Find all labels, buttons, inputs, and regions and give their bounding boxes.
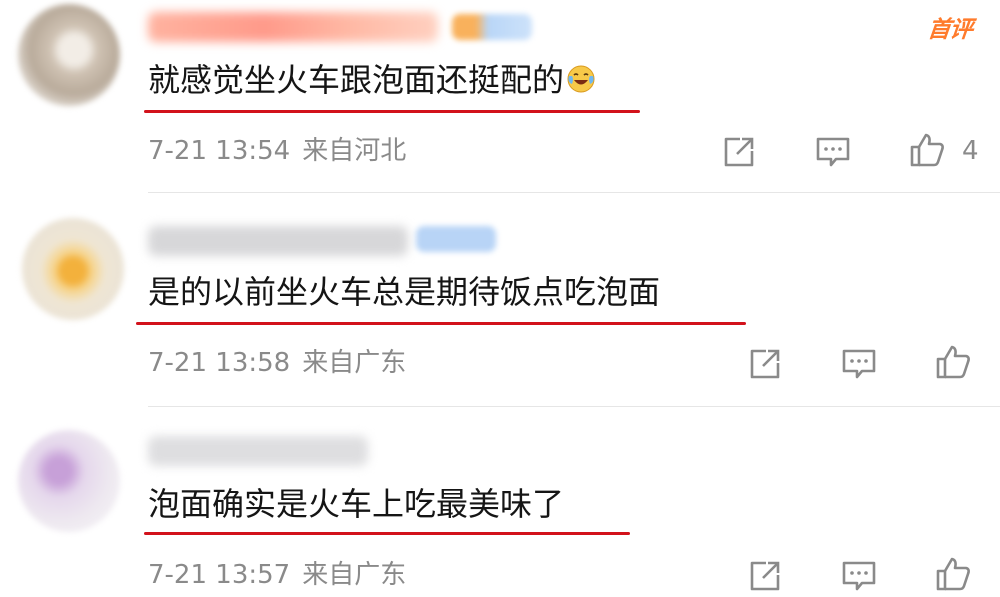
timestamp: 7-21 13:57 (148, 560, 291, 590)
divider (148, 192, 1000, 193)
comment-icon[interactable] (840, 557, 878, 595)
location: 来自广东 (302, 348, 407, 378)
avatar[interactable] (18, 430, 120, 532)
username-blurred[interactable] (148, 226, 408, 256)
comment-icon[interactable] (814, 133, 852, 171)
red-underline (144, 532, 630, 535)
timestamp: 7-21 13:54 (148, 136, 291, 166)
username-blurred[interactable] (148, 12, 438, 42)
like-icon[interactable] (934, 343, 972, 381)
share-icon[interactable] (746, 345, 784, 383)
divider (148, 406, 1000, 407)
like-icon[interactable] (934, 555, 972, 593)
user-badge-blurred (416, 226, 496, 252)
red-underline (144, 110, 640, 113)
comment-text: 泡面确实是火车上吃最美味了 (148, 485, 565, 523)
share-icon[interactable] (720, 133, 758, 171)
comment-text: 是的以前坐火车总是期待饭点吃泡面 (148, 273, 661, 311)
user-badge-blurred (452, 14, 532, 40)
avatar[interactable] (22, 218, 124, 320)
comment-meta: 7-21 13:58 来自广东 (148, 346, 406, 380)
location: 来自河北 (302, 136, 407, 166)
laugh-cry-emoji-icon (567, 65, 595, 93)
comment-meta: 7-21 13:57 来自广东 (148, 558, 406, 592)
like-icon[interactable] (908, 131, 946, 169)
location: 来自广东 (302, 560, 407, 590)
avatar[interactable] (18, 4, 120, 106)
first-comment-badge: 首评 (926, 17, 974, 43)
comment-meta: 7-21 13:54 来自河北 (148, 134, 406, 168)
comment-text: 就感觉坐火车跟泡面还挺配的 (148, 60, 596, 100)
share-icon[interactable] (746, 557, 784, 595)
username-blurred[interactable] (148, 436, 368, 466)
timestamp: 7-21 13:58 (148, 348, 291, 378)
like-count: 4 (962, 136, 979, 166)
comment-icon[interactable] (840, 345, 878, 383)
red-underline (136, 322, 746, 325)
comment-text-content: 就感觉坐火车跟泡面还挺配的 (148, 61, 565, 99)
